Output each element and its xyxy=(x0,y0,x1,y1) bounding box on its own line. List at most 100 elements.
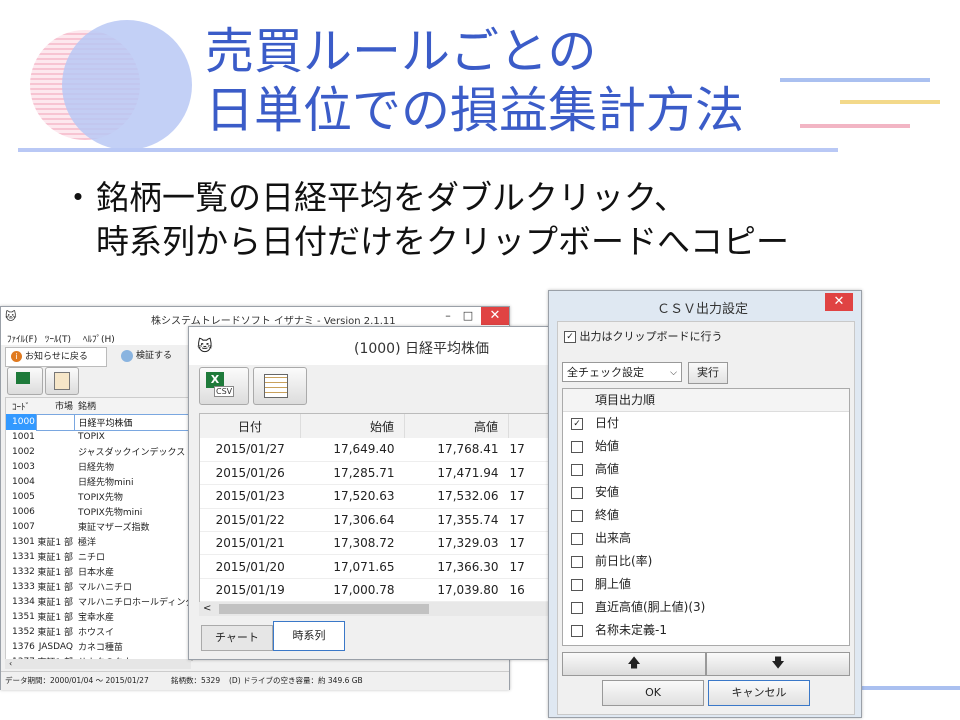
list-item[interactable]: 高値 xyxy=(563,458,849,481)
arrow-up-icon: 🡅 xyxy=(627,656,641,671)
cell-low: 17 xyxy=(509,442,525,457)
csv-dialog-close-button[interactable]: ✕ xyxy=(825,293,853,311)
list-item[interactable]: 直近高値(胴上値)(3) xyxy=(563,596,849,619)
cancel-button[interactable]: キャンセル xyxy=(708,680,810,706)
verify-tab[interactable]: 検証する xyxy=(119,347,189,365)
cell-high: 17,532.06 xyxy=(437,489,499,504)
col-market-header[interactable]: 市場 xyxy=(36,398,74,414)
table-row[interactable]: 1000 日経平均株価 xyxy=(6,413,192,431)
list-header-label: 項目出力順 xyxy=(595,393,656,407)
table-row[interactable]: 1351 東証1 部宝幸水産 xyxy=(6,609,192,624)
chart-calendar-button[interactable] xyxy=(253,367,307,405)
table-row[interactable]: 2015/01/19 17,000.78 17,039.80 16 xyxy=(200,578,550,602)
table-row[interactable]: 1331 東証1 部ニチロ xyxy=(6,549,192,564)
list-item[interactable]: 名称未定義-1 xyxy=(563,619,849,642)
csv-dialog-titlebar: ＣＳＶ出力設定 ✕ xyxy=(549,291,861,319)
check-preset-value: 全チェック設定 xyxy=(567,366,644,379)
item-checkbox[interactable] xyxy=(571,579,583,591)
item-checkbox[interactable]: ✓ xyxy=(571,418,583,430)
cell-market: 東証1 部 xyxy=(37,538,73,548)
notice-tab[interactable]: i お知らせに戻る xyxy=(5,347,107,367)
table-row[interactable]: 1301 東証1 部極洋 xyxy=(6,534,192,549)
table-row[interactable]: 1001 TOPIX xyxy=(6,430,192,444)
clipboard-checkbox-row[interactable]: ✓ 出力はクリップボードに行う xyxy=(564,328,723,344)
item-checkbox[interactable] xyxy=(571,602,583,614)
tab-time-series[interactable]: 時系列 xyxy=(273,621,345,651)
cell-name: 東証マザーズ指数 xyxy=(78,523,150,533)
col-low-header[interactable] xyxy=(509,414,551,438)
col-date-header[interactable]: 日付 xyxy=(200,414,301,438)
table-row[interactable]: 1006 TOPIX先物mini xyxy=(6,504,192,519)
menu-help[interactable]: ﾍﾙﾌﾟ(H) xyxy=(83,332,115,345)
list-item[interactable]: 安値 xyxy=(563,481,849,504)
table-row[interactable]: 2015/01/23 17,520.63 17,532.06 17 xyxy=(200,485,550,509)
bullet-line-1: 銘柄一覧の日経平均をダブルクリック、 xyxy=(96,178,688,217)
item-checkbox[interactable] xyxy=(571,441,583,453)
cell-code: 1333 xyxy=(12,581,35,592)
table-row[interactable]: 2015/01/21 17,308.72 17,329.03 17 xyxy=(200,532,550,555)
run-button[interactable]: 実行 xyxy=(688,362,728,384)
list-item[interactable]: 胴上値 xyxy=(563,573,849,596)
table-row[interactable]: 2015/01/27 17,649.40 17,768.41 17 xyxy=(200,438,550,462)
chart-csv-button[interactable]: X CSV xyxy=(199,367,249,405)
decor-line-blue-long xyxy=(18,148,838,152)
table-row[interactable]: 1334 東証1 部マルハニチロホールディングス xyxy=(6,594,192,609)
calendar-button[interactable] xyxy=(45,367,79,395)
col-name-header[interactable]: 銘柄 xyxy=(74,398,192,414)
cell-name: 日本水産 xyxy=(78,568,115,578)
app-icon: 🐱 xyxy=(5,310,17,323)
horizontal-scrollbar[interactable]: ‹ xyxy=(5,659,191,669)
item-checkbox[interactable] xyxy=(571,556,583,568)
item-checkbox[interactable] xyxy=(571,510,583,522)
table-row[interactable]: 1333 東証1 部マルハニチロ xyxy=(6,579,192,594)
list-item[interactable]: 出来高 xyxy=(563,527,849,550)
clipboard-checkbox[interactable]: ✓ xyxy=(564,331,576,343)
main-maximize-button[interactable]: □ xyxy=(457,307,479,325)
cell-date: 2015/01/26 xyxy=(215,466,285,481)
list-item[interactable]: 始値 xyxy=(563,435,849,458)
table-row[interactable]: 2015/01/26 17,285.71 17,471.94 17 xyxy=(200,461,550,485)
main-close-button[interactable]: ✕ xyxy=(481,307,509,325)
csv-export-button[interactable] xyxy=(7,367,43,395)
cell-name: ニチロ xyxy=(78,553,106,563)
grid-horizontal-scrollbar[interactable]: < xyxy=(199,602,549,616)
calendar-icon xyxy=(264,374,288,398)
tab-chart[interactable]: チャート xyxy=(201,625,273,651)
move-down-button[interactable]: 🡇 xyxy=(706,652,850,676)
cancel-button-label: キャンセル xyxy=(731,686,787,699)
item-label: 胴上値 xyxy=(595,577,632,591)
menu-file[interactable]: ﾌｧｲﾙ(F) xyxy=(7,332,37,345)
item-checkbox[interactable] xyxy=(571,625,583,637)
item-checkbox[interactable] xyxy=(571,487,583,499)
move-up-button[interactable]: 🡅 xyxy=(562,652,706,676)
scroll-left-arrow[interactable]: < xyxy=(203,602,211,616)
list-item[interactable]: 終値 xyxy=(563,504,849,527)
list-item[interactable]: ✓ 日付 xyxy=(563,412,849,435)
table-row[interactable]: 2015/01/20 17,071.65 17,366.30 17 xyxy=(200,555,550,579)
table-row[interactable]: 1002 ジャスダックインデックス xyxy=(6,444,192,459)
scroll-thumb[interactable] xyxy=(219,604,429,614)
check-preset-select[interactable]: 全チェック設定 ⌵ xyxy=(562,362,682,382)
cell-open: 17,520.63 xyxy=(333,489,395,504)
col-high-header[interactable]: 高値 xyxy=(404,414,509,438)
cell-market: 東証1 部 xyxy=(37,568,73,578)
item-checkbox[interactable] xyxy=(571,533,583,545)
cell-open: 17,000.78 xyxy=(333,583,395,598)
table-row[interactable]: 1332 東証1 部日本水産 xyxy=(6,564,192,579)
table-row[interactable]: 2015/01/22 17,306.64 17,355.74 17 xyxy=(200,508,550,532)
list-item[interactable]: 前日比(率) xyxy=(563,550,849,573)
col-code-header[interactable]: ｺｰﾄﾞ xyxy=(6,398,36,414)
table-row[interactable]: 1005 TOPIX先物 xyxy=(6,489,192,504)
col-open-header[interactable]: 始値 xyxy=(300,414,405,438)
ok-button[interactable]: OK xyxy=(602,680,704,706)
chevron-down-icon: ⌵ xyxy=(670,368,677,378)
menu-tools[interactable]: ﾂｰﾙ(T) xyxy=(45,332,71,345)
table-row[interactable]: 1352 東証1 部ホウスイ xyxy=(6,624,192,639)
table-row[interactable]: 1004 日経先物mini xyxy=(6,474,192,489)
table-row[interactable]: 1376 JASDAQ カネコ種苗 xyxy=(6,639,192,654)
item-checkbox[interactable] xyxy=(571,464,583,476)
cell-code: 1006 xyxy=(12,506,35,517)
table-row[interactable]: 1003 日経先物 xyxy=(6,459,192,474)
table-row[interactable]: 1007 東証マザーズ指数 xyxy=(6,519,192,534)
main-minimize-button[interactable]: – xyxy=(437,307,459,325)
